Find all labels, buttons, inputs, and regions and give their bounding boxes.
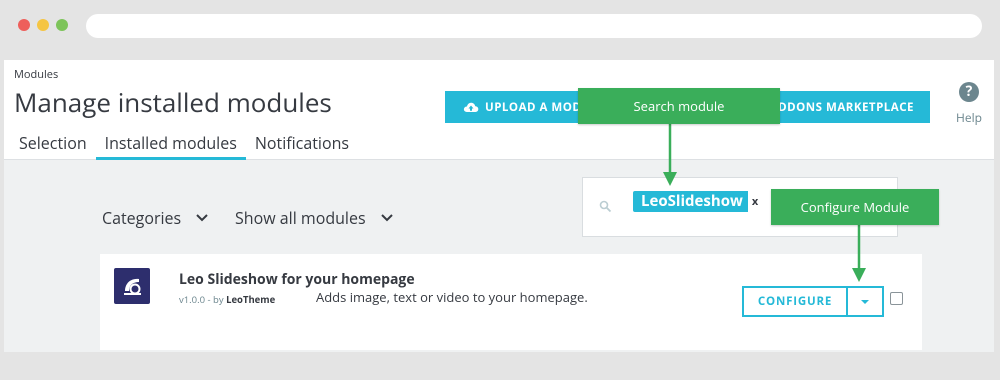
chevron-down-icon: [380, 214, 393, 222]
window-close-dot[interactable]: [18, 19, 30, 31]
tab-selection[interactable]: Selection: [10, 126, 96, 160]
search-module-callout: Search module: [578, 88, 780, 124]
categories-filter[interactable]: Categories: [102, 207, 209, 229]
module-author: LeoTheme: [226, 293, 276, 306]
module-select-checkbox[interactable]: [890, 292, 903, 305]
search-tag-label: LeoSlideshow: [641, 191, 743, 211]
show-modules-filter-label: Show all modules: [235, 207, 366, 229]
tab-notifications[interactable]: Notifications: [246, 126, 358, 160]
cloud-upload-icon: [463, 102, 479, 112]
help-button[interactable]: ? Help: [954, 82, 984, 126]
module-logo: [114, 268, 150, 304]
tab-bar: Selection Installed modules Notification…: [10, 126, 358, 160]
page-title: Manage installed modules: [14, 84, 332, 120]
breadcrumb[interactable]: Modules: [14, 67, 58, 82]
addons-marketplace-button[interactable]: ADDONS MARKETPLACE: [774, 91, 930, 123]
tab-installed-modules[interactable]: Installed modules: [95, 126, 246, 160]
help-icon: ?: [959, 82, 979, 102]
address-bar[interactable]: [86, 14, 982, 38]
browser-chrome: [0, 0, 1000, 52]
module-version-text: v1.0.0 - by: [179, 293, 227, 306]
help-label: Help: [956, 109, 982, 126]
window-maximize-dot[interactable]: [56, 19, 68, 31]
module-row: Leo Slideshow for your homepage v1.0.0 -…: [100, 254, 922, 350]
categories-filter-label: Categories: [102, 207, 182, 229]
configure-module-callout: Configure Module: [771, 189, 939, 225]
module-actions-dropdown[interactable]: [846, 286, 884, 317]
search-icon: [599, 200, 612, 213]
remove-tag-button[interactable]: x: [747, 191, 763, 212]
module-description: Adds image, text or video to your homepa…: [316, 288, 588, 306]
chevron-down-icon: [196, 214, 208, 222]
module-name: Leo Slideshow for your homepage: [179, 270, 415, 289]
addons-marketplace-label: ADDONS MARKETPLACE: [774, 99, 914, 115]
configure-button[interactable]: CONFIGURE: [742, 286, 848, 317]
caret-down-icon: [861, 299, 869, 304]
leotheme-logo-icon: [124, 278, 141, 295]
page-header: Modules Manage installed modules Selecti…: [4, 60, 994, 160]
search-tag: LeoSlideshow x: [633, 191, 763, 212]
module-version: v1.0.0 - by LeoTheme: [179, 293, 275, 306]
window-minimize-dot[interactable]: [37, 19, 49, 31]
show-modules-filter[interactable]: Show all modules: [235, 207, 394, 229]
